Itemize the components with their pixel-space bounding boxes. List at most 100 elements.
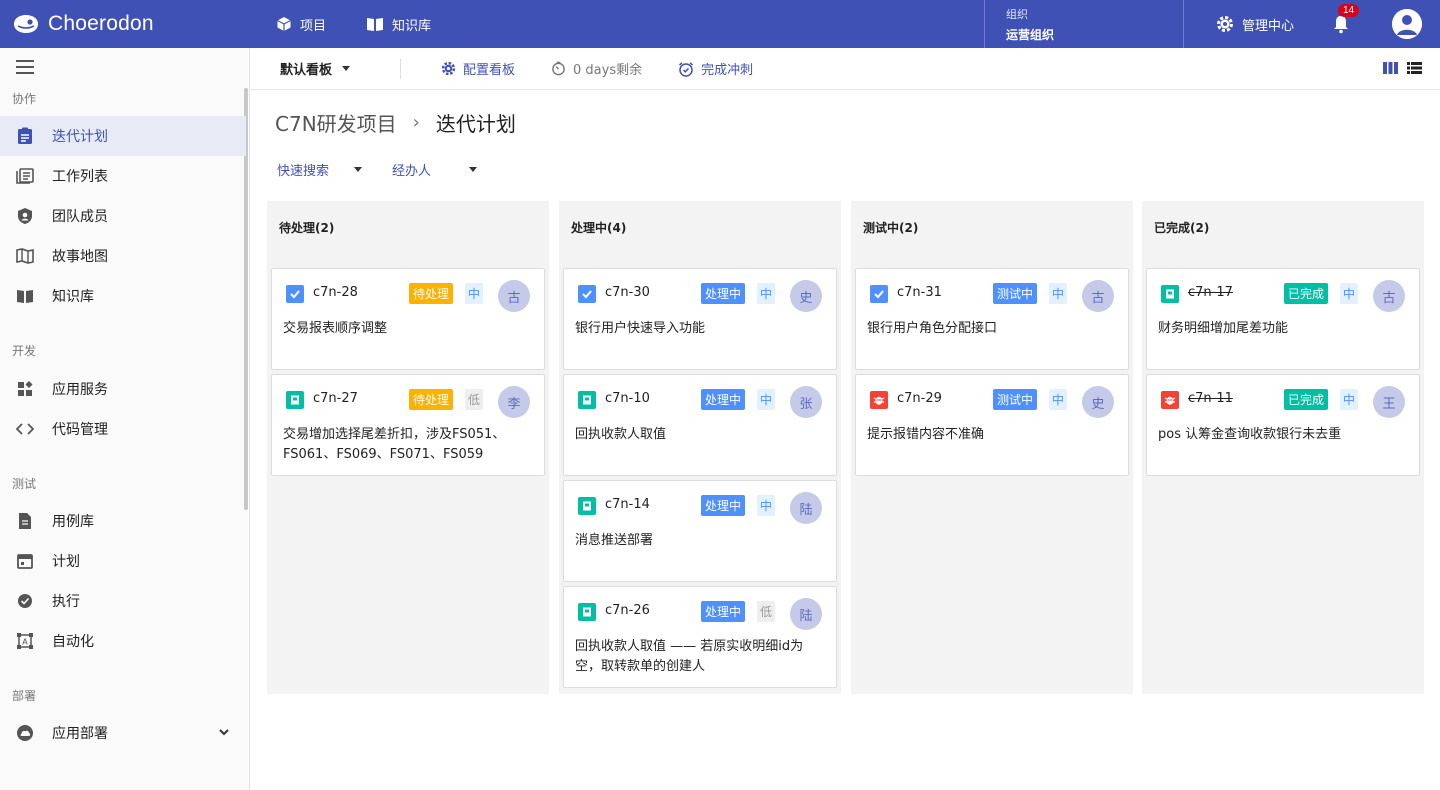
column-view-icon[interactable] bbox=[1383, 62, 1398, 74]
priority-badge: 低 bbox=[757, 601, 776, 622]
sidebar-item-case-lib[interactable]: 用例库 bbox=[0, 501, 246, 541]
priority-badge: 中 bbox=[1340, 283, 1359, 304]
priority-badge: 中 bbox=[1049, 389, 1068, 410]
list-view-icon[interactable] bbox=[1407, 62, 1422, 74]
issue-card[interactable]: c7n-31 测试中中古银行用户角色分配接口 bbox=[855, 268, 1129, 370]
group-label-test: 测试 bbox=[12, 477, 37, 491]
sidebar-item-app-service[interactable]: 应用服务 bbox=[0, 369, 246, 409]
avatar: 史 bbox=[1082, 386, 1114, 418]
list-icon bbox=[16, 167, 34, 185]
avatar: 张 bbox=[790, 386, 822, 418]
document-icon bbox=[16, 512, 34, 530]
sidebar-item-automation[interactable]: A 自动化 bbox=[0, 621, 246, 661]
nav-knowledge[interactable]: 知识库 bbox=[366, 15, 431, 34]
sidebar-item-knowledge[interactable]: 知识库 bbox=[0, 276, 246, 316]
group-label-dev: 开发 bbox=[12, 344, 37, 358]
board-select[interactable]: 默认看板 bbox=[250, 59, 400, 78]
issue-summary: 提示报错内容不准确 bbox=[867, 427, 985, 442]
column-testing: 测试中(2) c7n-31 测试中中古银行用户角色分配接口 c7n-29 测试中中史… bbox=[851, 201, 1133, 694]
user-avatar[interactable] bbox=[1392, 9, 1422, 39]
logo[interactable]: Choerodon bbox=[0, 12, 250, 36]
sidebar: 协作 迭代计划 工作列表 团队成员 故事地图 知识库 开发 应用服务 代码管理 … bbox=[0, 48, 250, 790]
book-icon bbox=[16, 287, 34, 305]
configure-board-button[interactable]: 配置看板 bbox=[441, 59, 515, 78]
avatar: 陆 bbox=[790, 598, 822, 630]
bug-type-icon bbox=[1161, 391, 1179, 409]
column-todo: 待处理(2) c7n-28 待处理中古交易报表顺序调整 c7n-27 待处理低李交易… bbox=[267, 201, 549, 694]
sidebar-item-work-list[interactable]: 工作列表 bbox=[0, 156, 246, 196]
app-name: Choerodon bbox=[48, 12, 154, 35]
issue-card[interactable]: c7n-10 处理中中张回执收款人取值 bbox=[563, 374, 837, 476]
priority-badge: 中 bbox=[757, 495, 776, 516]
timer-icon bbox=[552, 61, 565, 76]
issue-summary: 银行用户角色分配接口 bbox=[867, 321, 998, 336]
issue-card[interactable]: c7n-14 处理中中陆消息推送部署 bbox=[563, 480, 837, 582]
issue-card[interactable]: c7n-26 处理中低陆回执收款人取值 —— 若原实收明细id为空，取转款单的创建… bbox=[563, 586, 837, 688]
issue-key: c7n-10 bbox=[605, 391, 650, 406]
issue-card[interactable]: c7n-30 处理中中史银行用户快速导入功能 bbox=[563, 268, 837, 370]
breadcrumb: C7N研发项目 › 迭代计划 bbox=[275, 108, 516, 137]
menu-toggle-icon[interactable] bbox=[16, 60, 34, 74]
issue-card[interactable]: c7n-11 已完成中王 pos 认筹金查询收款银行未去重 bbox=[1146, 374, 1420, 476]
issue-card[interactable]: c7n-17 已完成中古财务明细增加尾差功能 bbox=[1146, 268, 1420, 370]
issue-summary: 回执收款人取值 bbox=[575, 427, 667, 442]
sidebar-item-label: 执行 bbox=[52, 594, 80, 610]
issue-card[interactable]: c7n-29 测试中中史提示报错内容不准确 bbox=[855, 374, 1129, 476]
sidebar-item-label: 故事地图 bbox=[52, 249, 108, 265]
sidebar-item-story-map[interactable]: 故事地图 bbox=[0, 236, 246, 276]
breadcrumb-separator-icon: › bbox=[412, 112, 420, 133]
widgets-icon bbox=[16, 380, 34, 398]
column-title: 待处理(2) bbox=[279, 221, 335, 235]
org-switcher[interactable]: 组织 运营组织 bbox=[983, 0, 1184, 48]
column-title: 已完成(2) bbox=[1154, 221, 1210, 235]
sidebar-item-plan[interactable]: 计划 bbox=[0, 541, 246, 581]
story-type-icon bbox=[578, 603, 596, 621]
divider bbox=[400, 58, 401, 79]
issue-card[interactable]: c7n-28 待处理中古交易报表顺序调整 bbox=[271, 268, 545, 370]
sidebar-item-execute[interactable]: 执行 bbox=[0, 581, 246, 621]
sidebar-item-label: 知识库 bbox=[52, 289, 94, 305]
issue-summary: 消息推送部署 bbox=[575, 533, 654, 548]
caret-down-icon bbox=[342, 66, 351, 71]
story-type-icon bbox=[578, 497, 596, 515]
cube-icon bbox=[277, 17, 291, 31]
configure-board-label: 配置看板 bbox=[463, 63, 516, 78]
status-badge: 待处理 bbox=[409, 389, 454, 410]
complete-sprint-label: 完成冲刺 bbox=[701, 63, 754, 78]
sidebar-item-app-deploy[interactable]: 应用部署 bbox=[0, 713, 246, 753]
status-badge: 处理中 bbox=[701, 389, 746, 410]
assignment-icon bbox=[16, 127, 34, 145]
issue-key: c7n-14 bbox=[605, 497, 650, 512]
remaining-days: 0 days剩余 bbox=[551, 59, 642, 78]
page-title: 迭代计划 bbox=[435, 112, 516, 136]
quick-search-filter[interactable]: 快速搜索 bbox=[277, 160, 362, 179]
status-badge: 待处理 bbox=[409, 283, 454, 304]
assignee-filter[interactable]: 经办人 bbox=[392, 160, 477, 179]
status-badge: 处理中 bbox=[701, 283, 746, 304]
calendar-icon bbox=[16, 552, 34, 570]
nav-knowledge-label: 知识库 bbox=[392, 18, 432, 34]
complete-sprint-button[interactable]: 完成冲刺 bbox=[678, 59, 753, 78]
sidebar-item-code[interactable]: 代码管理 bbox=[0, 409, 246, 449]
book-icon bbox=[367, 18, 384, 31]
view-toggle bbox=[1383, 62, 1422, 74]
admin-center-button[interactable]: 管理中心 bbox=[1184, 15, 1332, 34]
assignee-filter-label: 经办人 bbox=[392, 164, 432, 179]
group-label-deploy: 部署 bbox=[12, 689, 37, 703]
notification-button[interactable]: 14 bbox=[1332, 4, 1360, 34]
top-bar: Choerodon 项目 知识库 组织 运营组织 管理中心 14 bbox=[0, 0, 1440, 48]
avatar: 王 bbox=[1373, 386, 1405, 418]
column-done: 已完成(2) c7n-17 已完成中古财务明细增加尾差功能 c7n-11 已完成中王… bbox=[1142, 201, 1424, 694]
chevron-down-icon[interactable] bbox=[218, 727, 230, 737]
nav-project[interactable]: 项目 bbox=[276, 15, 326, 34]
breadcrumb-project[interactable]: C7N研发项目 bbox=[275, 108, 397, 137]
sidebar-item-sprint-plan[interactable]: 迭代计划 bbox=[0, 116, 246, 156]
issue-summary: 财务明细增加尾差功能 bbox=[1158, 321, 1289, 336]
story-type-icon bbox=[286, 391, 304, 409]
issue-summary: pos 认筹金查询收款银行未去重 bbox=[1158, 427, 1342, 442]
sidebar-item-team[interactable]: 团队成员 bbox=[0, 196, 246, 236]
bell-icon bbox=[1334, 16, 1348, 34]
user-icon bbox=[1392, 9, 1422, 39]
priority-badge: 中 bbox=[1340, 389, 1359, 410]
issue-card[interactable]: c7n-27 待处理低李交易增加选择尾差折扣，涉及FS051、FS061、FS06… bbox=[271, 374, 545, 476]
